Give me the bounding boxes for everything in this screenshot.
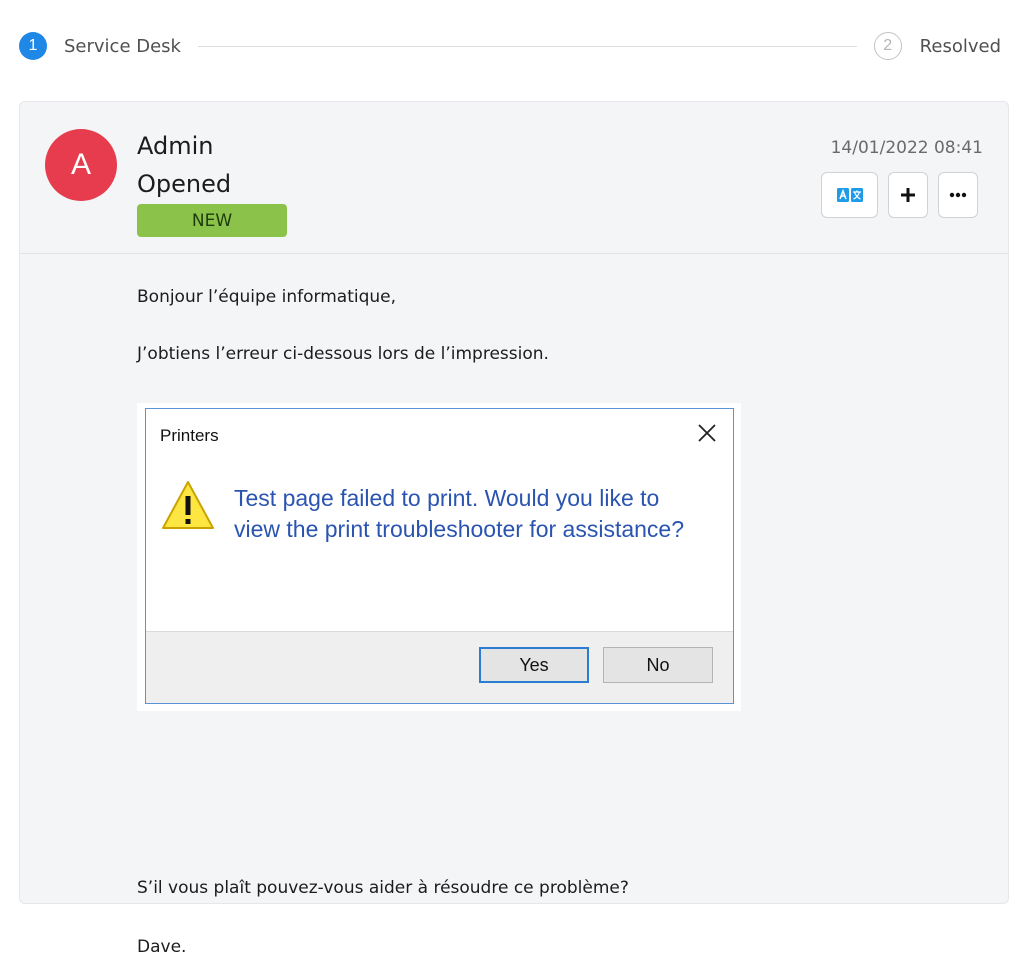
ticket-header: A Admin Opened NEW 14/01/2022 08:41 (20, 102, 1008, 254)
step-label: Service Desk (64, 35, 181, 57)
dialog-footer: Yes No (146, 631, 733, 703)
more-options-button[interactable] (938, 172, 978, 218)
warning-icon (162, 481, 214, 529)
dialog-message: Test page failed to print. Would you lik… (234, 485, 685, 542)
author-name: Admin (137, 132, 214, 160)
more-icon (949, 192, 967, 198)
dialog-yes-button: Yes (479, 647, 589, 683)
timestamp: 14/01/2022 08:41 (830, 138, 983, 158)
dialog-no-button: No (603, 647, 713, 683)
message-greeting: Bonjour l’équipe informatique, (137, 287, 397, 307)
translate-icon (836, 188, 863, 202)
ticket-stepper: 1 Service Desk 2 Resolved (19, 31, 1001, 61)
plus-icon (901, 188, 915, 202)
step-service-desk: 1 Service Desk (19, 32, 181, 60)
ticket-card: A Admin Opened NEW 14/01/2022 08:41 Bonj… (19, 101, 1009, 957)
message-line: S’il vous plaît pouvez-vous aider à réso… (137, 878, 629, 898)
message-line: J’obtiens l’erreur ci-dessous lors de l’… (137, 344, 549, 364)
step-number: 1 (19, 32, 47, 60)
avatar: A (45, 129, 117, 201)
translate-button[interactable] (821, 172, 878, 218)
status-badge: NEW (137, 204, 287, 237)
stepper-connector (197, 45, 857, 47)
step-resolved: 2 Resolved (873, 32, 1001, 60)
ticket-action: Opened (137, 170, 232, 198)
dialog-title: Printers (160, 426, 219, 445)
printer-error-dialog: Printers Test page failed to print. Woul… (145, 408, 734, 704)
ticket-actions (821, 172, 978, 218)
step-number: 2 (873, 32, 902, 60)
step-label: Resolved (919, 35, 1001, 57)
attached-screenshot[interactable]: Printers Test page failed to print. Woul… (137, 403, 741, 711)
add-button[interactable] (888, 172, 928, 218)
message-signature: Dave. (137, 937, 187, 957)
close-icon (698, 424, 716, 442)
